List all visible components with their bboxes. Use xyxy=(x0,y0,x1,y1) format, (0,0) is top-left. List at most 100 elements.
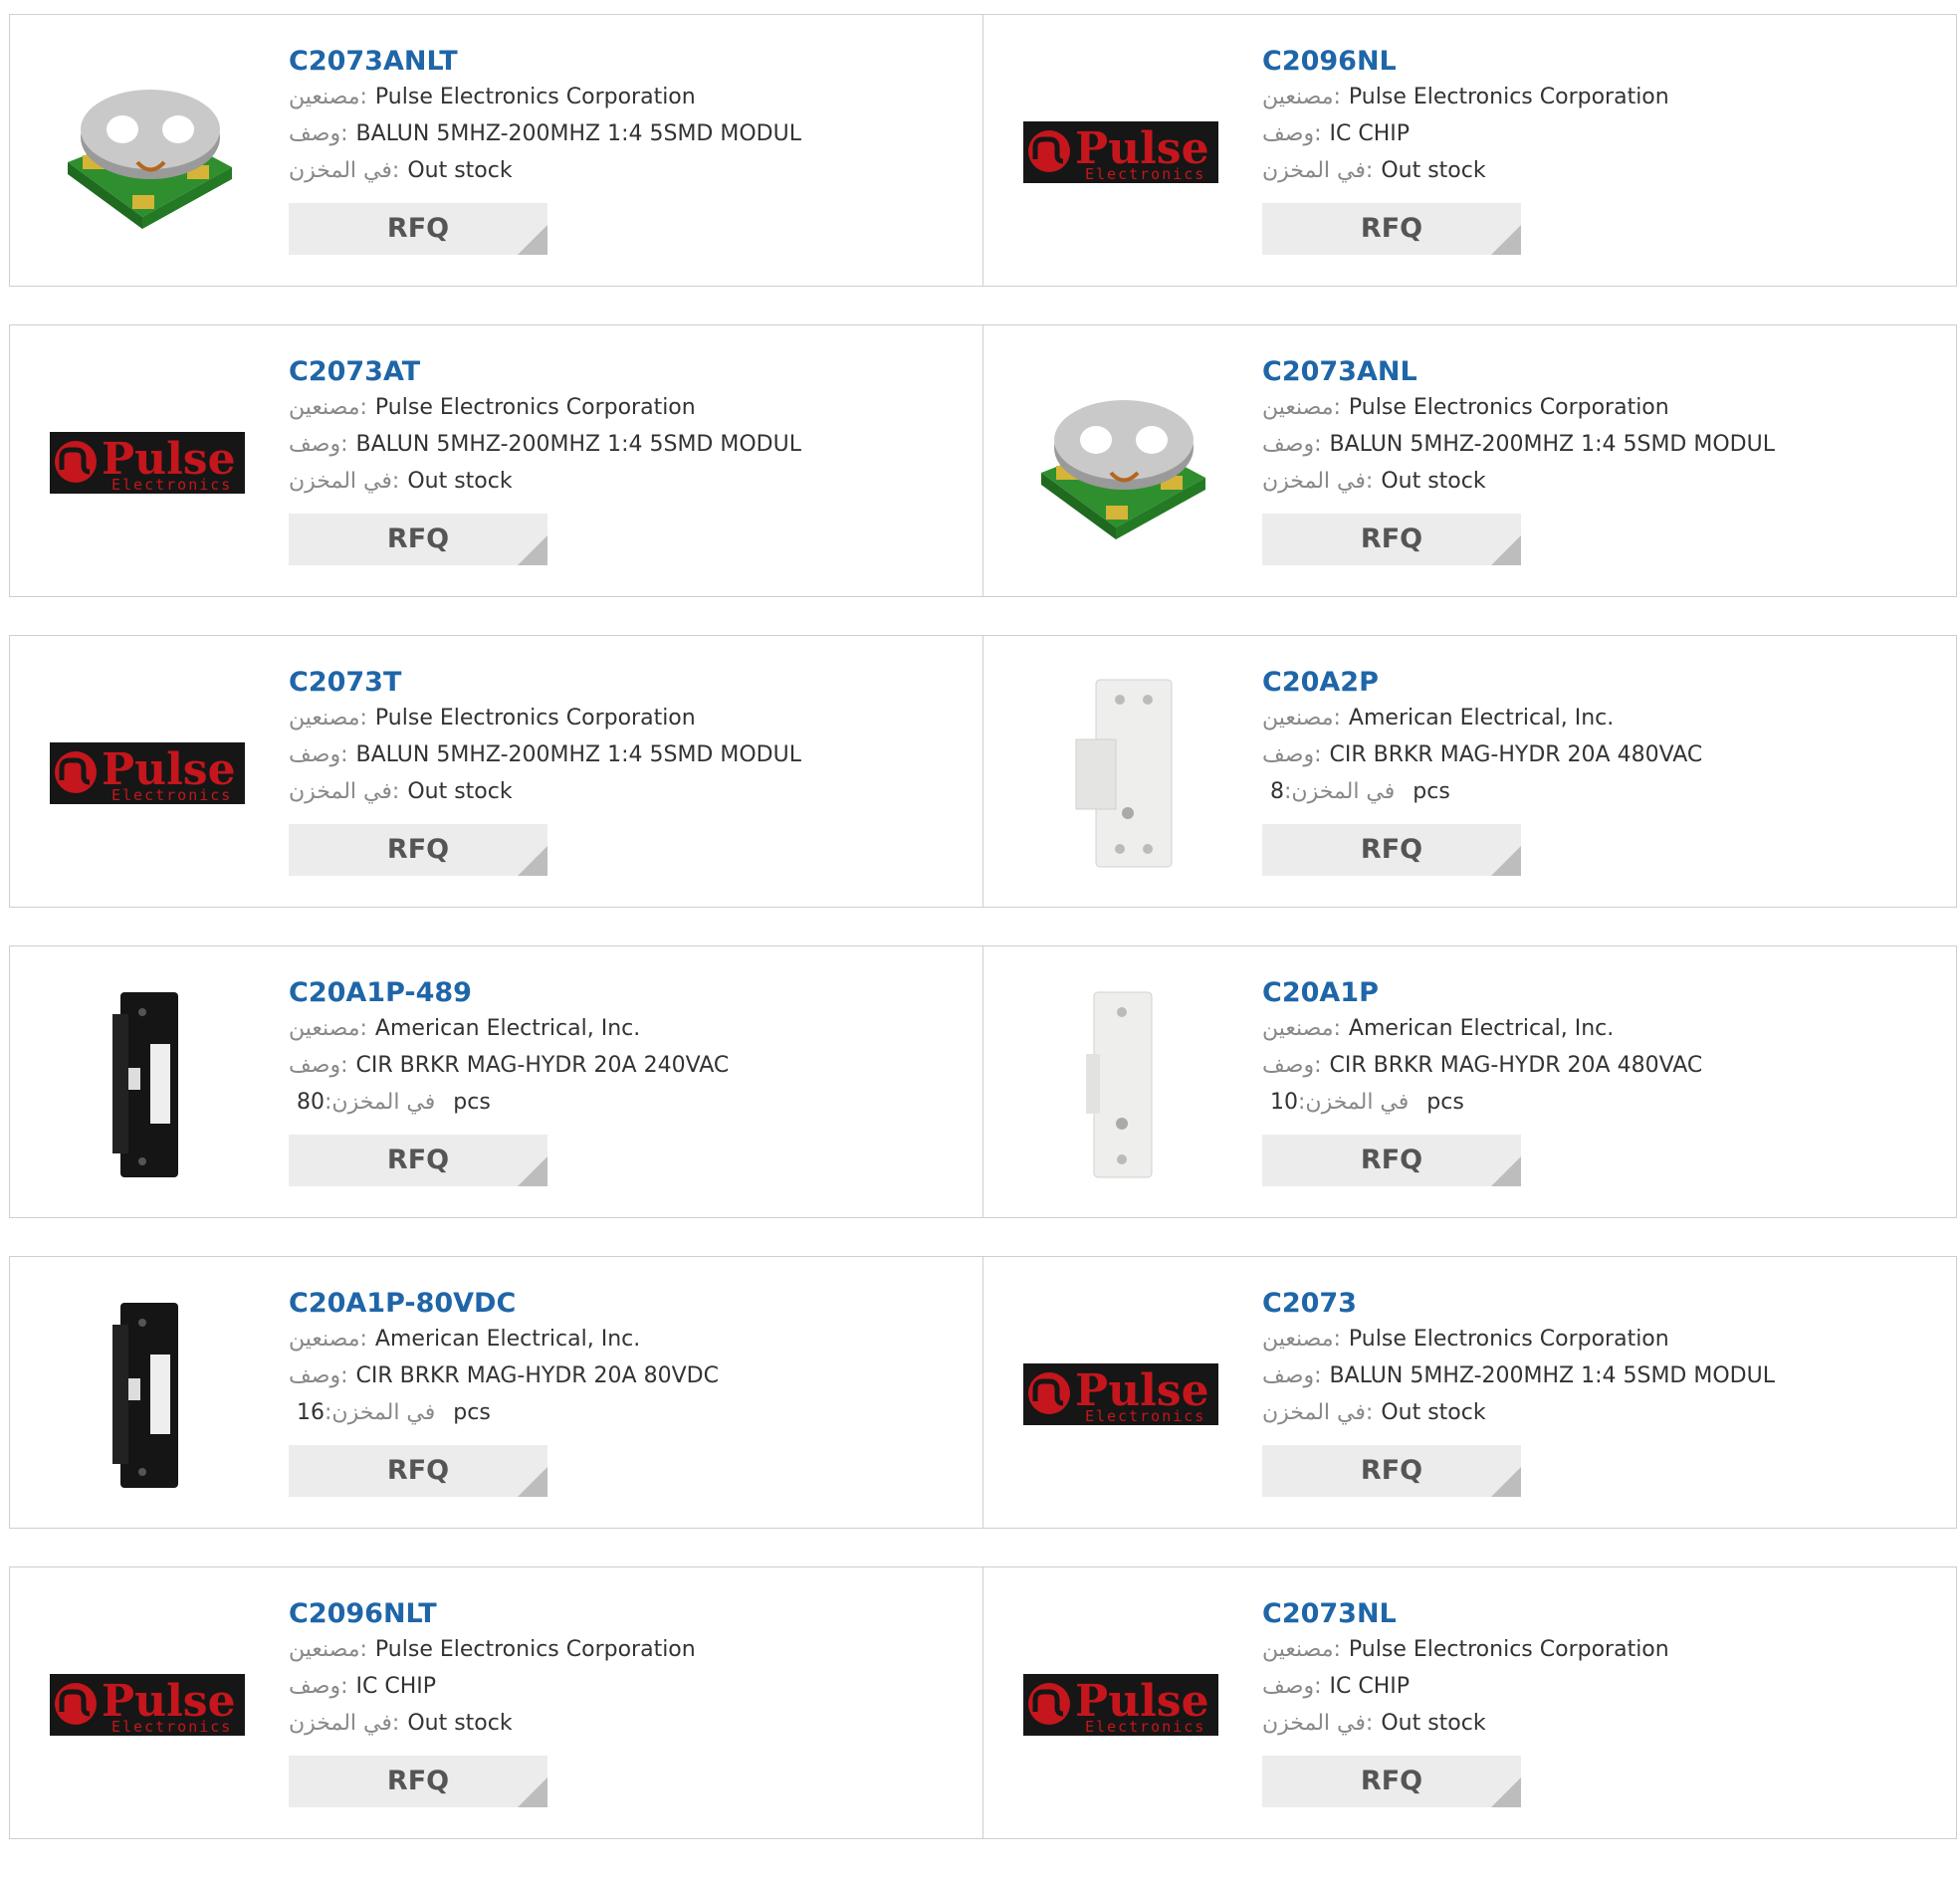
product-info: C2073 مصنعين: Pulse Electronics Corporati… xyxy=(1262,1287,1946,1497)
stock-value: 8 xyxy=(1270,779,1284,804)
product-row: Pulse Electronics C2073T مصنعين: Pulse Ele… xyxy=(9,635,1957,908)
stock-line: في المخزن: Out stock xyxy=(1262,1394,1946,1431)
description-line: وصف: BALUN 5MHZ-200MHZ 1:4 5SMD MODUL xyxy=(289,736,973,773)
rfq-button[interactable]: RFQ xyxy=(1262,1756,1521,1807)
rfq-button[interactable]: RFQ xyxy=(1262,203,1521,255)
rfq-button[interactable]: RFQ xyxy=(1262,1135,1521,1186)
product-card: Pulse Electronics C2096NL مصنعين: Pulse El… xyxy=(982,15,1956,286)
manufacturer-value: American Electrical, Inc. xyxy=(374,1016,641,1041)
description-label: وصف: xyxy=(289,1674,348,1699)
product-image[interactable]: Pulse Electronics xyxy=(1021,1295,1220,1494)
description-label: وصف: xyxy=(1262,121,1322,146)
stock-line: في المخزن: Out stock xyxy=(289,152,973,189)
pulse-logo-icon: PulseElectronics xyxy=(1023,121,1218,183)
part-number-link[interactable]: C2073ANLT xyxy=(289,45,973,79)
product-image[interactable] xyxy=(48,53,247,252)
stock-line: في المخزن: Out stock xyxy=(1262,1705,1946,1742)
part-number-link[interactable]: C20A1P xyxy=(1262,976,1946,1010)
rfq-label: RFQ xyxy=(1360,213,1423,244)
svg-text:Electronics: Electronics xyxy=(111,476,232,494)
description-label: وصف: xyxy=(289,742,348,767)
product-card: C20A1P مصنعين: American Electrical, Inc. … xyxy=(982,946,1956,1217)
product-image[interactable] xyxy=(48,984,247,1183)
manufacturer-line: مصنعين: American Electrical, Inc. xyxy=(289,1010,973,1047)
product-row: C20A1P-489 مصنعين: American Electrical, I… xyxy=(9,945,1957,1218)
part-number-link[interactable]: C2073ANL xyxy=(1262,355,1946,389)
balun-transformer-icon xyxy=(68,90,232,229)
rfq-label: RFQ xyxy=(1360,1145,1423,1175)
stock-value: Out stock xyxy=(407,158,513,183)
product-info: C20A2P مصنعين: American Electrical, Inc. … xyxy=(1262,666,1946,876)
part-number-link[interactable]: C2073NL xyxy=(1262,1597,1946,1631)
rfq-button[interactable]: RFQ xyxy=(289,514,547,565)
pulse-logo-icon: PulseElectronics xyxy=(50,1674,245,1736)
manufacturer-label: مصنعين: xyxy=(1262,1016,1341,1041)
rfq-button[interactable]: RFQ xyxy=(289,1756,547,1807)
stock-label: في المخزن: xyxy=(1262,469,1374,494)
stock-label: في المخزن: xyxy=(289,779,400,804)
description-label: وصف: xyxy=(1262,742,1322,767)
manufacturer-label: مصنعين: xyxy=(289,1327,367,1352)
product-image[interactable]: Pulse Electronics xyxy=(48,674,247,873)
description-line: وصف: BALUN 5MHZ-200MHZ 1:4 5SMD MODUL xyxy=(289,426,973,463)
description-value: BALUN 5MHZ-200MHZ 1:4 5SMD MODUL xyxy=(1329,432,1775,457)
part-number-link[interactable]: C2073T xyxy=(289,666,973,700)
product-image[interactable] xyxy=(48,1295,247,1494)
product-image[interactable] xyxy=(1021,674,1220,873)
description-label: وصف: xyxy=(289,1053,348,1078)
product-image[interactable]: Pulse Electronics xyxy=(48,363,247,562)
part-number-link[interactable]: C2073AT xyxy=(289,355,973,389)
stock-line: في المخزن: Out stock xyxy=(1262,152,1946,189)
part-number-link[interactable]: C2096NLT xyxy=(289,1597,973,1631)
manufacturer-value: American Electrical, Inc. xyxy=(1348,1016,1615,1041)
manufacturer-label: مصنعين: xyxy=(1262,85,1341,109)
corner-fold-icon xyxy=(1491,1156,1521,1186)
manufacturer-label: مصنعين: xyxy=(289,1637,367,1662)
rfq-button[interactable]: RFQ xyxy=(289,824,547,876)
manufacturer-value: Pulse Electronics Corporation xyxy=(374,395,696,420)
rfq-button[interactable]: RFQ xyxy=(1262,1445,1521,1497)
part-number-link[interactable]: C2073 xyxy=(1262,1287,1946,1321)
part-number-link[interactable]: C2096NL xyxy=(1262,45,1946,79)
manufacturer-line: مصنعين: American Electrical, Inc. xyxy=(1262,1010,1946,1047)
stock-unit: pcs xyxy=(453,1400,491,1425)
corner-fold-icon xyxy=(1491,225,1521,255)
manufacturer-value: Pulse Electronics Corporation xyxy=(1348,1637,1669,1662)
stock-label: في المخزن: xyxy=(1262,1400,1374,1425)
rfq-button[interactable]: RFQ xyxy=(289,1135,547,1186)
stock-line: في المخزن:10 pcs xyxy=(1262,1084,1946,1121)
rfq-label: RFQ xyxy=(386,213,450,244)
pulse-logo-icon: PulseElectronics xyxy=(1023,1363,1218,1425)
part-number-link[interactable]: C20A1P-80VDC xyxy=(289,1287,973,1321)
product-card: C2073ANLT مصنعين: Pulse Electronics Corpo… xyxy=(10,15,982,286)
product-image[interactable]: Pulse Electronics xyxy=(1021,53,1220,252)
product-image[interactable] xyxy=(1021,984,1220,1183)
part-number-link[interactable]: C20A1P-489 xyxy=(289,976,973,1010)
svg-text:Electronics: Electronics xyxy=(1085,165,1205,183)
product-image[interactable] xyxy=(1021,363,1220,562)
description-line: وصف: IC CHIP xyxy=(1262,1668,1946,1705)
stock-value: Out stock xyxy=(407,469,513,494)
corner-fold-icon xyxy=(1491,1777,1521,1807)
description-value: IC CHIP xyxy=(1329,1674,1411,1699)
product-image[interactable]: Pulse Electronics xyxy=(1021,1605,1220,1804)
circuit-breaker-icon xyxy=(112,992,178,1177)
rfq-button[interactable]: RFQ xyxy=(1262,824,1521,876)
description-label: وصف: xyxy=(289,121,348,146)
manufacturer-line: مصنعين: Pulse Electronics Corporation xyxy=(289,1631,973,1668)
part-number-link[interactable]: C20A2P xyxy=(1262,666,1946,700)
product-info: C20A1P-80VDC مصنعين: American Electrical,… xyxy=(289,1287,973,1497)
manufacturer-value: Pulse Electronics Corporation xyxy=(1348,395,1669,420)
manufacturer-line: مصنعين: American Electrical, Inc. xyxy=(289,1321,973,1357)
rfq-label: RFQ xyxy=(386,523,450,554)
description-value: BALUN 5MHZ-200MHZ 1:4 5SMD MODUL xyxy=(355,121,801,146)
rfq-button[interactable]: RFQ xyxy=(289,203,547,255)
product-card: Pulse Electronics C2096NLT مصنعين: Pulse E… xyxy=(10,1567,982,1838)
product-image[interactable]: Pulse Electronics xyxy=(48,1605,247,1804)
stock-label: في المخزن: xyxy=(1284,779,1396,804)
manufacturer-line: مصنعين: Pulse Electronics Corporation xyxy=(1262,1631,1946,1668)
stock-value: 80 xyxy=(297,1090,325,1115)
rfq-button[interactable]: RFQ xyxy=(289,1445,547,1497)
rfq-button[interactable]: RFQ xyxy=(1262,514,1521,565)
svg-text:Electronics: Electronics xyxy=(111,1718,232,1736)
